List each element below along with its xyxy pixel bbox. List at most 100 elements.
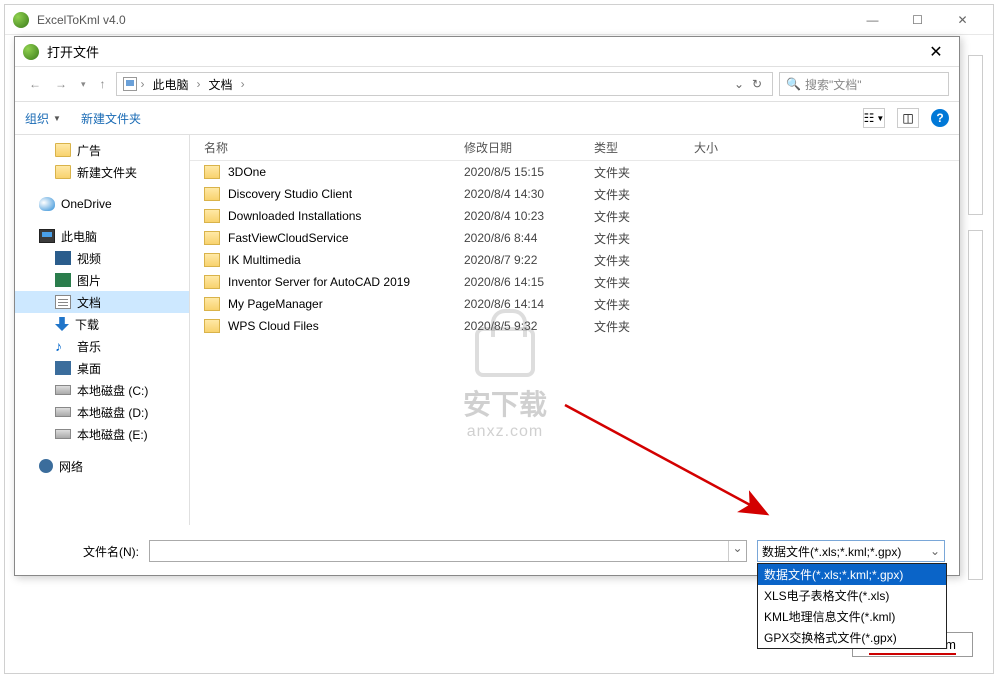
header-name[interactable]: 名称 xyxy=(204,139,464,156)
tree-item-label: 下载 xyxy=(75,316,99,333)
view-mode-button[interactable]: ☷▼ xyxy=(863,108,885,128)
docs-icon xyxy=(55,295,71,309)
folder-icon xyxy=(204,319,220,333)
tree-item-disk[interactable]: 本地磁盘 (C:) xyxy=(15,379,189,401)
chevron-down-icon[interactable]: ⌄ xyxy=(930,544,940,558)
side-panel-2 xyxy=(968,230,983,580)
tree-item-network[interactable]: 网络 xyxy=(15,455,189,477)
tree-item-thispc[interactable]: 此电脑 xyxy=(15,225,189,247)
maximize-button[interactable]: ☐ xyxy=(895,6,940,34)
file-type: 文件夹 xyxy=(594,296,694,313)
new-folder-button[interactable]: 新建文件夹 xyxy=(81,110,141,127)
search-icon: 🔍 xyxy=(786,77,801,91)
tree-item-pictures[interactable]: 图片 xyxy=(15,269,189,291)
tree-item-folder[interactable]: 新建文件夹 xyxy=(15,161,189,183)
file-row[interactable]: WPS Cloud Files2020/8/5 9:32文件夹 xyxy=(190,315,959,337)
filename-label: 文件名(N): xyxy=(29,543,139,560)
video-icon xyxy=(55,251,71,265)
filename-dropdown[interactable]: ⌄ xyxy=(728,541,746,561)
close-button[interactable]: ✕ xyxy=(940,6,985,34)
header-date[interactable]: 修改日期 xyxy=(464,139,594,156)
dialog-title: 打开文件 xyxy=(47,42,921,61)
file-open-dialog: 打开文件 ✕ ← → ▾ ↑ › 此电脑 › 文档 › ⌄ ↻ 🔍 搜索"文档" xyxy=(14,36,960,576)
chevron-right-icon[interactable]: › xyxy=(195,77,203,91)
file-row[interactable]: IK Multimedia2020/8/7 9:22文件夹 xyxy=(190,249,959,271)
app-icon xyxy=(13,12,29,28)
file-row[interactable]: Downloaded Installations2020/8/4 10:23文件… xyxy=(190,205,959,227)
file-date: 2020/8/6 14:14 xyxy=(464,297,594,311)
forward-button[interactable]: → xyxy=(51,75,71,93)
tree-item-folder[interactable]: 广告 xyxy=(15,139,189,161)
side-panel-1 xyxy=(968,55,983,215)
filename-input[interactable] xyxy=(150,541,728,561)
back-button[interactable]: ← xyxy=(25,75,45,93)
dialog-close-button[interactable]: ✕ xyxy=(921,42,951,62)
tree-item-disk[interactable]: 本地磁盘 (E:) xyxy=(15,423,189,445)
filetype-dropdown[interactable]: 数据文件(*.xls;*.kml;*.gpx)XLS电子表格文件(*.xls)K… xyxy=(757,563,947,649)
up-button[interactable]: ↑ xyxy=(96,75,110,93)
dialog-toolbar: 组织▼ 新建文件夹 ☷▼ ◫ ? xyxy=(15,101,959,135)
file-list[interactable]: 3DOne2020/8/5 15:15文件夹Discovery Studio C… xyxy=(190,161,959,525)
tree-item-label: 网络 xyxy=(59,458,83,475)
crumb-docs[interactable]: 文档 xyxy=(205,76,237,93)
tree-item-label: 视频 xyxy=(77,250,101,267)
tree-item-music[interactable]: ♪音乐 xyxy=(15,335,189,357)
file-row[interactable]: 3DOne2020/8/5 15:15文件夹 xyxy=(190,161,959,183)
refresh-button[interactable]: ↻ xyxy=(748,77,766,91)
tree-item-label: 此电脑 xyxy=(61,228,97,245)
crumb-thispc[interactable]: 此电脑 xyxy=(149,76,193,93)
tree-item-label: 新建文件夹 xyxy=(77,164,137,181)
tree-item-onedrive[interactable]: OneDrive xyxy=(15,193,189,215)
folder-icon xyxy=(204,187,220,201)
app-title: ExcelToKml v4.0 xyxy=(37,13,850,27)
file-row[interactable]: Inventor Server for AutoCAD 20192020/8/6… xyxy=(190,271,959,293)
file-type: 文件夹 xyxy=(594,318,694,335)
tree-item-label: OneDrive xyxy=(61,197,112,211)
chevron-right-icon[interactable]: › xyxy=(139,77,147,91)
file-type: 文件夹 xyxy=(594,208,694,225)
header-type[interactable]: 类型 xyxy=(594,139,694,156)
file-date: 2020/8/7 9:22 xyxy=(464,253,594,267)
file-row[interactable]: My PageManager2020/8/6 14:14文件夹 xyxy=(190,293,959,315)
filename-row: 文件名(N): ⌄ 数据文件(*.xls;*.kml;*.gpx) ⌄ 数据文件… xyxy=(15,525,959,577)
downloads-icon xyxy=(55,317,69,331)
file-row[interactable]: Discovery Studio Client2020/8/4 14:30文件夹 xyxy=(190,183,959,205)
pictures-icon xyxy=(55,273,71,287)
search-input[interactable]: 🔍 搜索"文档" xyxy=(779,72,949,96)
file-type: 文件夹 xyxy=(594,186,694,203)
breadcrumb-dropdown[interactable]: ⌄ xyxy=(730,77,748,91)
filetype-combo[interactable]: 数据文件(*.xls;*.kml;*.gpx) ⌄ 数据文件(*.xls;*.k… xyxy=(757,540,945,562)
address-row: ← → ▾ ↑ › 此电脑 › 文档 › ⌄ ↻ 🔍 搜索"文档" xyxy=(15,67,959,101)
chevron-right-icon[interactable]: › xyxy=(239,77,247,91)
file-name: FastViewCloudService xyxy=(228,231,464,245)
file-name: IK Multimedia xyxy=(228,253,464,267)
folder-tree[interactable]: 广告新建文件夹 OneDrive 此电脑视频图片文档下载 ♪音乐桌面本地磁盘 (C:)… xyxy=(15,135,190,525)
folder-icon xyxy=(204,231,220,245)
tree-item-docs[interactable]: 文档 xyxy=(15,291,189,313)
filetype-option[interactable]: 数据文件(*.xls;*.kml;*.gpx) xyxy=(758,564,946,585)
header-size[interactable]: 大小 xyxy=(694,139,774,156)
file-name: Discovery Studio Client xyxy=(228,187,464,201)
organize-button[interactable]: 组织▼ xyxy=(25,110,61,127)
folder-icon xyxy=(204,275,220,289)
breadcrumb-bar[interactable]: › 此电脑 › 文档 › ⌄ ↻ xyxy=(116,72,773,96)
tree-item-disk[interactable]: 本地磁盘 (D:) xyxy=(15,401,189,423)
tree-item-label: 文档 xyxy=(77,294,101,311)
help-button[interactable]: ? xyxy=(931,109,949,127)
filetype-option[interactable]: XLS电子表格文件(*.xls) xyxy=(758,585,946,606)
history-dropdown[interactable]: ▾ xyxy=(77,77,90,92)
preview-pane-button[interactable]: ◫ xyxy=(897,108,919,128)
column-headers: 名称 修改日期 类型 大小 xyxy=(190,135,959,161)
file-row[interactable]: FastViewCloudService2020/8/6 8:44文件夹 xyxy=(190,227,959,249)
tree-item-desktop[interactable]: 桌面 xyxy=(15,357,189,379)
tree-item-video[interactable]: 视频 xyxy=(15,247,189,269)
music-icon: ♪ xyxy=(55,339,71,353)
filetype-option[interactable]: KML地理信息文件(*.kml) xyxy=(758,606,946,627)
main-titlebar: ExcelToKml v4.0 — ☐ ✕ xyxy=(5,5,993,35)
pc-icon xyxy=(123,77,137,91)
filetype-option[interactable]: GPX交换格式文件(*.gpx) xyxy=(758,627,946,648)
tree-item-downloads[interactable]: 下载 xyxy=(15,313,189,335)
folder-icon xyxy=(55,165,71,179)
minimize-button[interactable]: — xyxy=(850,6,895,34)
tree-item-label: 本地磁盘 (C:) xyxy=(77,382,148,399)
